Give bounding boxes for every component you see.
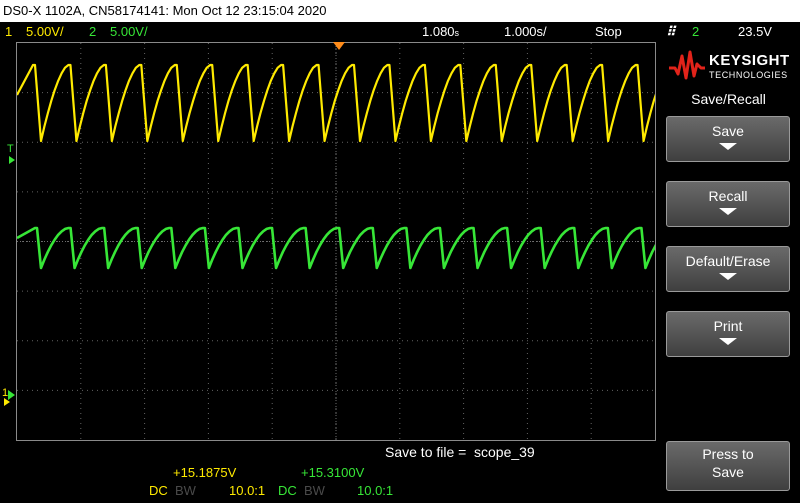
trigger-level-marker[interactable]: T: [7, 143, 14, 155]
brand-subtitle: TECHNOLOGIES: [709, 70, 788, 80]
menu-title: Save/Recall: [691, 91, 766, 107]
ch2-probe: 10.0:1: [357, 483, 394, 498]
save-softkey-label: Save: [712, 123, 744, 139]
keysight-logo: KEYSIGHT TECHNOLOGIES: [667, 48, 795, 84]
press-to-save-label: Press to: [702, 446, 754, 462]
submenu-arrow-icon: [719, 338, 737, 345]
ch2-bw-limit: BW: [304, 483, 325, 498]
time-delay-value: 1.080: [422, 24, 455, 39]
trigger-marker-label: T: [7, 143, 14, 155]
default-erase-softkey-label: Default/Erase: [685, 253, 771, 269]
recall-softkey-label: Recall: [708, 188, 748, 204]
softkey-panel: KEYSIGHT TECHNOLOGIES Save/Recall Save R…: [657, 42, 800, 503]
time-scale[interactable]: 1.000s/: [504, 22, 547, 42]
trigger-edge-icon: ⠿: [666, 24, 676, 39]
ch1-number[interactable]: 1: [5, 22, 12, 42]
save-softkey[interactable]: Save: [666, 116, 790, 162]
waveform-display: [17, 43, 655, 440]
graticule[interactable]: [16, 42, 656, 441]
brand-name: KEYSIGHT: [709, 52, 790, 69]
submenu-arrow-icon: [719, 143, 737, 150]
save-file-name[interactable]: scope_39: [474, 442, 535, 462]
trigger-level-arrow-icon: [9, 156, 15, 164]
press-to-save-label-2: Save: [712, 464, 744, 480]
ch1-measurement: +15.1875V: [173, 465, 237, 480]
recall-softkey[interactable]: Recall: [666, 181, 790, 227]
print-softkey-label: Print: [713, 318, 743, 334]
time-delay-unit: s: [454, 28, 460, 38]
keysight-wave-icon: [669, 50, 705, 80]
press-to-save-softkey[interactable]: Press to Save: [666, 441, 790, 491]
submenu-arrow-icon: [719, 208, 737, 215]
ch1-scale[interactable]: 5.00V/: [26, 22, 64, 42]
time-delay[interactable]: 1.080s: [422, 22, 459, 43]
ch2-number[interactable]: 2: [89, 22, 96, 42]
trigger-position-icon[interactable]: [333, 42, 345, 50]
ch2-coupling: DC: [278, 483, 297, 498]
ch2-measurement: +15.3100V: [301, 465, 365, 480]
trigger-level[interactable]: 23.5V: [738, 22, 772, 42]
status-bar: 1 5.00V/ 2 5.00V/ 1.080s 1.000s/ Stop ⠿ …: [0, 22, 800, 42]
ch1-probe: 10.0:1: [229, 483, 266, 498]
ch1-coupling: DC: [149, 483, 168, 498]
run-state[interactable]: Stop: [595, 22, 622, 42]
ch1-bw-limit: BW: [175, 483, 196, 498]
ch2-scale[interactable]: 5.00V/: [110, 22, 148, 42]
trigger-source[interactable]: 2: [692, 22, 699, 42]
title-bar: DS0-X 1102A, CN58174141: Mon Oct 12 23:1…: [0, 0, 800, 22]
save-file-label: Save to file =: [385, 444, 467, 460]
ch1-ground-arrow-icon: [4, 398, 10, 406]
channel-info-bar: +15.1875V DC BW 10.0:1 +15.3100V DC BW 1…: [0, 462, 657, 503]
save-file-bar: Save to file = scope_39: [16, 442, 656, 462]
window-title: DS0-X 1102A, CN58174141: Mon Oct 12 23:1…: [3, 3, 327, 18]
print-softkey[interactable]: Print: [666, 311, 790, 357]
submenu-arrow-icon: [719, 273, 737, 280]
default-erase-softkey[interactable]: Default/Erase: [666, 246, 790, 292]
